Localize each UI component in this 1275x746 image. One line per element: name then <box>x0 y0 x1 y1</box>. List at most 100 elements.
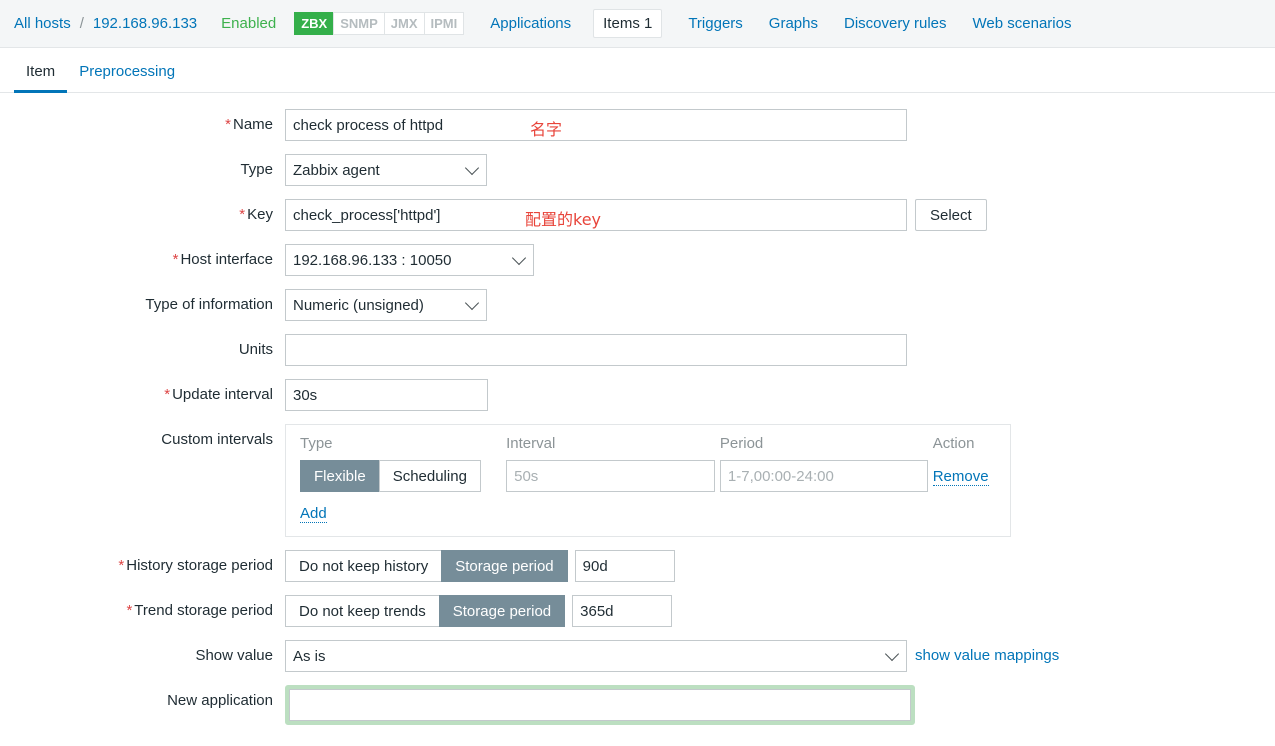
type-of-information-select[interactable]: Numeric (unsigned) <box>285 289 487 321</box>
field-history-storage-period: Do not keep history Storage period <box>285 550 675 582</box>
row-name: *Name 名字 <box>0 109 1275 141</box>
trend-storage-period-input[interactable] <box>572 595 673 627</box>
tab-strip: Item Preprocessing <box>0 48 1275 93</box>
nav-triggers[interactable]: Triggers <box>688 15 742 32</box>
required-asterisk-trend: * <box>126 602 133 619</box>
tab-item[interactable]: Item <box>14 63 68 93</box>
row-type-of-information: Type of information Numeric (unsigned) <box>0 289 1275 321</box>
required-asterisk-host-interface: * <box>172 251 179 268</box>
required-asterisk-name: * <box>225 116 231 133</box>
chevron-down-icon <box>464 160 480 176</box>
trend-do-not-keep-button[interactable]: Do not keep trends <box>285 595 440 627</box>
custom-intervals-header-row: Type Interval Period Action <box>300 435 996 452</box>
header-type: Type <box>300 435 333 452</box>
field-type-of-information: Numeric (unsigned) <box>285 289 487 321</box>
interval-type-flexible-button[interactable]: Flexible <box>300 460 380 492</box>
label-key: * Key <box>239 206 273 223</box>
history-storage-period-button[interactable]: Storage period <box>441 550 568 582</box>
breadcrumb-host[interactable]: 192.168.96.133 <box>93 15 197 32</box>
cell-action: Remove <box>932 467 996 486</box>
trend-storage-period-button[interactable]: Storage period <box>438 595 566 627</box>
units-input[interactable] <box>285 334 907 366</box>
row-history-storage-period: * History storage period Do not keep hist… <box>0 550 1275 582</box>
protocol-badge-ipmi[interactable]: IPMI <box>423 12 465 35</box>
item-form: *Name 名字 Type Zabbix agent *Key Select 配… <box>0 93 1275 725</box>
show-value-mappings-link[interactable]: show value mappings <box>915 640 1059 672</box>
add-interval-link[interactable]: Add <box>300 505 327 523</box>
host-interface-select[interactable]: 192.168.96.133 : 10050 <box>285 244 534 276</box>
field-type: Zabbix agent <box>285 154 487 186</box>
chevron-down-icon <box>884 646 900 662</box>
top-header-bar: All hosts / 192.168.96.133 Enabled ZBX S… <box>0 0 1275 48</box>
segmented-control-trend: Do not keep trends Storage period <box>285 595 566 627</box>
label-host-interface: * Host interface <box>172 251 273 268</box>
label-show-value: Show value <box>195 647 273 664</box>
protocol-badge-zbx[interactable]: ZBX <box>294 12 334 35</box>
tab-preprocessing[interactable]: Preprocessing <box>67 63 187 93</box>
label-custom-intervals: Custom intervals <box>161 431 273 448</box>
required-asterisk-key: * <box>239 206 246 223</box>
interval-type-toggle: Flexible Scheduling <box>300 460 506 492</box>
row-key: *Key Select 配置的key <box>0 199 1275 231</box>
label-new-application: New application <box>167 692 273 709</box>
label-trend-storage-period: * Trend storage period <box>126 602 273 619</box>
row-trend-storage-period: * Trend storage period Do not keep trends… <box>0 595 1275 627</box>
interval-type-scheduling-button[interactable]: Scheduling <box>378 460 481 492</box>
breadcrumb-separator: / <box>79 15 84 32</box>
protocol-badges: ZBX SNMP JMX IPMI <box>294 12 465 35</box>
segmented-control-interval-type: Flexible Scheduling <box>300 460 506 492</box>
header-action: Action <box>932 435 975 452</box>
nav-web-scenarios[interactable]: Web scenarios <box>973 15 1072 32</box>
row-update-interval: * Update interval <box>0 379 1275 411</box>
label-type-of-information: Type of information <box>145 296 273 313</box>
custom-period-input[interactable] <box>719 460 928 492</box>
field-key: Select 配置的key <box>285 199 987 231</box>
field-show-value: As is show value mappings <box>285 640 1059 672</box>
field-new-application <box>285 685 915 725</box>
new-application-input[interactable] <box>289 689 911 721</box>
row-new-application: New application <box>0 685 1275 725</box>
nav-items[interactable]: Items 1 <box>593 9 663 38</box>
key-select-button[interactable]: Select <box>915 199 987 231</box>
segmented-control-history: Do not keep history Storage period <box>285 550 568 582</box>
nav-applications[interactable]: Applications <box>490 15 571 32</box>
name-input[interactable] <box>285 109 907 141</box>
history-storage-period-input[interactable] <box>574 550 675 582</box>
custom-interval-input[interactable] <box>506 460 716 492</box>
cell-interval <box>506 460 720 492</box>
field-host-interface: 192.168.96.133 : 10050 <box>285 244 534 276</box>
nav-graphs[interactable]: Graphs <box>769 15 818 32</box>
history-do-not-keep-button[interactable]: Do not keep history <box>285 550 443 582</box>
type-select-value: Zabbix agent <box>293 161 380 179</box>
header-interval: Interval <box>506 435 556 452</box>
remove-interval-link[interactable]: Remove <box>932 467 989 486</box>
row-units: Units <box>0 334 1275 366</box>
label-update-interval: * Update interval <box>164 386 273 403</box>
breadcrumb-all-hosts[interactable]: All hosts <box>14 15 71 32</box>
field-custom-intervals: Type Interval Period Action Flexible Sch… <box>285 424 1011 537</box>
label-history-storage-period: * History storage period <box>118 557 273 574</box>
protocol-badge-jmx[interactable]: JMX <box>383 12 424 35</box>
host-status-enabled[interactable]: Enabled <box>221 15 276 32</box>
protocol-badge-snmp[interactable]: SNMP <box>333 12 384 35</box>
chevron-down-icon <box>511 250 527 266</box>
custom-intervals-row: Flexible Scheduling Remove <box>300 460 996 492</box>
row-type: Type Zabbix agent <box>0 154 1275 186</box>
row-show-value: Show value As is show value mappings <box>0 640 1275 672</box>
row-host-interface: * Host interface 192.168.96.133 : 10050 <box>0 244 1275 276</box>
required-asterisk-update-interval: * <box>164 386 171 403</box>
custom-intervals-table: Type Interval Period Action Flexible Sch… <box>285 424 1011 537</box>
show-value-select[interactable]: As is <box>285 640 907 672</box>
chevron-down-icon <box>464 295 480 311</box>
new-application-focus-ring <box>285 685 915 725</box>
label-name: * Name <box>225 116 273 133</box>
nav-discovery-rules[interactable]: Discovery rules <box>844 15 947 32</box>
label-units: Units <box>238 341 273 358</box>
header-period: Period <box>719 435 764 452</box>
add-interval-wrap: Add <box>300 505 996 523</box>
required-asterisk-history: * <box>118 557 125 574</box>
type-select[interactable]: Zabbix agent <box>285 154 487 186</box>
type-of-information-value: Numeric (unsigned) <box>293 296 424 314</box>
key-input[interactable] <box>285 199 907 231</box>
update-interval-input[interactable] <box>285 379 488 411</box>
